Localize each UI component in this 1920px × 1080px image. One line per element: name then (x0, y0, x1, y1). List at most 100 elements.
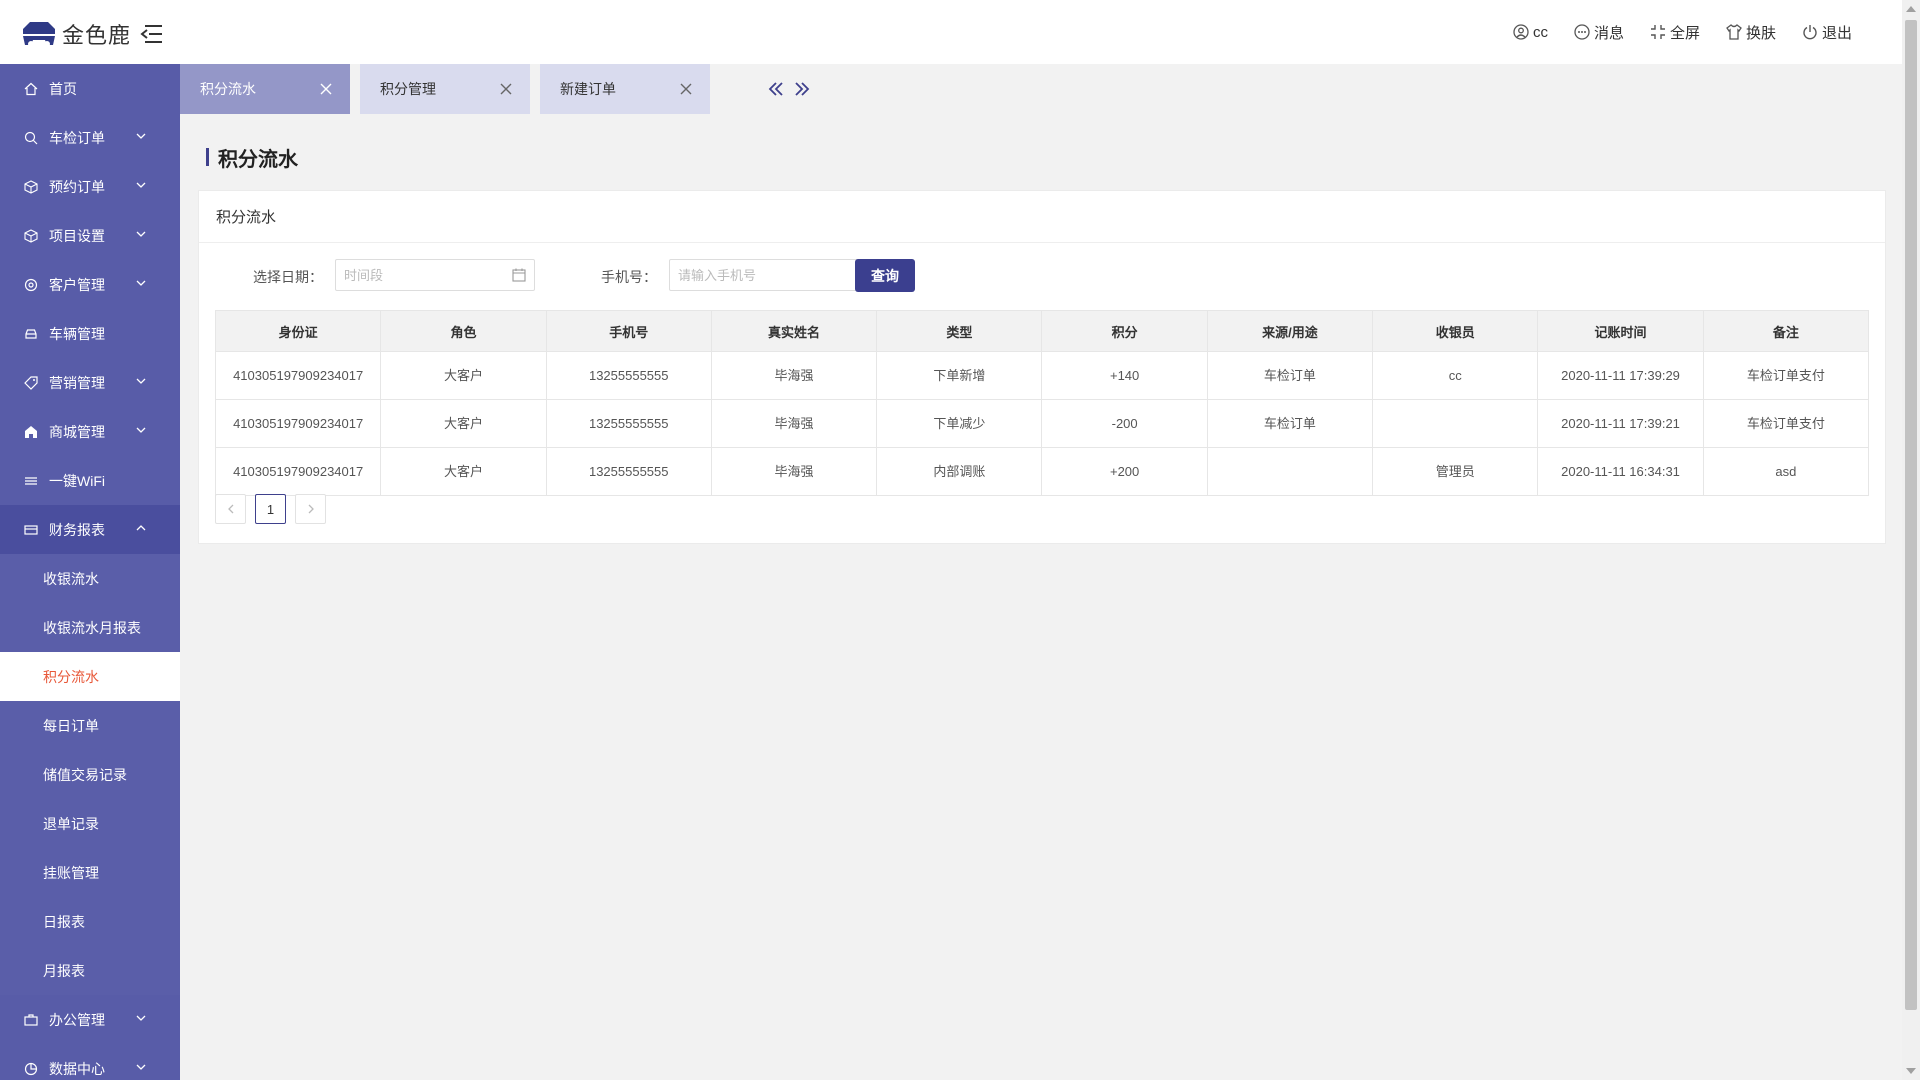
table-row[interactable]: 410305197909234017 大客户 13255555555 毕海强 内… (214, 447, 1870, 496)
sidebar-subitem-cashier-flow[interactable]: 收银流水 (0, 554, 180, 603)
cube-icon (24, 228, 38, 243)
sidebar-item-customers[interactable]: 客户管理 (0, 260, 180, 309)
scroll-thumb[interactable] (1905, 20, 1917, 1010)
table-cell: 大客户 (380, 351, 547, 400)
sidebar-subitem-daily-orders[interactable]: 每日订单 (0, 701, 180, 750)
column-header[interactable]: 手机号 (545, 310, 712, 352)
sidebar-subitem-refunds[interactable]: 退单记录 (0, 799, 180, 848)
chevron-left-icon (227, 504, 233, 514)
sidebar-item-finance-reports[interactable]: 财务报表 (0, 505, 180, 554)
table-row[interactable]: 410305197909234017 大客户 13255555555 毕海强 下… (214, 351, 1870, 400)
scroll-down-arrow-icon[interactable] (1906, 1068, 1916, 1074)
table-cell: 2020-11-11 17:39:21 (1537, 399, 1704, 448)
chevron-up-icon (136, 525, 146, 531)
column-header[interactable]: 积分 (1041, 310, 1208, 352)
close-icon[interactable] (320, 83, 332, 95)
fullscreen-button[interactable]: 全屏 (1650, 22, 1700, 43)
points-flow-card: 积分流水 选择日期： 手机号： 查询 身份证 角色 手机号 真实姓名 类型 积分… (198, 190, 1886, 544)
filter-bar: 选择日期： 手机号： 查询 (199, 259, 1885, 293)
tab-points-management[interactable]: 积分管理 (360, 64, 530, 114)
table-header-row: 身份证 角色 手机号 真实姓名 类型 积分 来源/用途 收银员 记账时间 备注 (214, 310, 1870, 352)
sidebar-item-home[interactable]: 首页 (0, 64, 180, 113)
chevron-down-icon (136, 231, 146, 237)
report-icon (24, 524, 38, 535)
chevron-down-icon (136, 280, 146, 286)
top-header: 金色鹿 cc 消息 全屏 换肤 退出 (0, 0, 1902, 64)
power-icon (1803, 25, 1817, 40)
message-icon (1574, 24, 1590, 40)
column-header[interactable]: 身份证 (214, 310, 382, 352)
close-icon[interactable] (680, 83, 692, 95)
card-title: 积分流水 (199, 191, 1885, 243)
next-page-button[interactable] (295, 494, 326, 524)
calendar-icon (512, 268, 526, 282)
logo-icon (23, 22, 55, 47)
title-accent-bar (206, 148, 209, 166)
page-number-button[interactable]: 1 (255, 494, 286, 524)
phone-label: 手机号： (601, 269, 657, 285)
table-cell: -200 (1041, 399, 1208, 448)
user-menu[interactable]: cc (1513, 24, 1548, 41)
tab-new-order[interactable]: 新建订单 (540, 64, 710, 114)
table-cell: 车检订单 (1206, 399, 1374, 448)
sidebar-item-mall[interactable]: 商城管理 (0, 407, 180, 456)
table-cell: 下单新增 (876, 351, 1043, 400)
prev-page-button[interactable] (215, 494, 246, 524)
sidebar-subitem-monthly-report[interactable]: 月报表 (0, 946, 180, 995)
skin-button[interactable]: 换肤 (1726, 22, 1776, 43)
table-cell: 410305197909234017 (214, 399, 382, 448)
points-table: 身份证 角色 手机号 真实姓名 类型 积分 来源/用途 收银员 记账时间 备注 … (214, 310, 1870, 496)
table-cell: 大客户 (380, 447, 547, 496)
sidebar-subitem-daily-report[interactable]: 日报表 (0, 897, 180, 946)
gear-icon (24, 278, 38, 291)
date-label: 选择日期： (253, 269, 323, 285)
table-cell: 车检订单 (1206, 351, 1374, 400)
table-cell: 2020-11-11 17:39:29 (1537, 351, 1704, 400)
scroll-up-arrow-icon[interactable] (1906, 6, 1916, 12)
date-range-input[interactable] (335, 259, 535, 291)
logout-button[interactable]: 退出 (1802, 22, 1852, 43)
column-header[interactable]: 类型 (876, 310, 1043, 352)
table-cell: +140 (1041, 351, 1208, 400)
table-cell: 下单减少 (876, 399, 1043, 448)
column-header[interactable]: 来源/用途 (1206, 310, 1374, 352)
double-chevron-right-icon[interactable] (794, 81, 810, 97)
sidebar-subitem-points-flow[interactable]: 积分流水 (0, 652, 180, 701)
chevron-down-icon (136, 427, 146, 433)
sidebar-subitem-credit[interactable]: 挂账管理 (0, 848, 180, 897)
chevron-right-icon (308, 504, 314, 514)
sidebar: 首页 车检订单 预约订单 项目设置 客户管理 车辆管理 营销管理 商城管理 一键… (0, 64, 180, 1080)
page-scrollbar[interactable] (1902, 0, 1920, 1080)
phone-input[interactable] (669, 259, 859, 291)
sidebar-item-wifi[interactable]: 一键WiFi (0, 456, 180, 505)
table-cell: 13255555555 (545, 447, 712, 496)
double-chevron-left-icon[interactable] (768, 81, 784, 97)
sidebar-item-appointment-orders[interactable]: 预约订单 (0, 162, 180, 211)
page-title: 积分流水 (206, 142, 298, 172)
sidebar-item-marketing[interactable]: 营销管理 (0, 358, 180, 407)
query-button[interactable]: 查询 (855, 259, 915, 292)
column-header[interactable]: 真实姓名 (710, 310, 878, 352)
table-cell: 车检订单支付 (1702, 399, 1870, 448)
table-row[interactable]: 410305197909234017 大客户 13255555555 毕海强 下… (214, 399, 1870, 448)
message-button[interactable]: 消息 (1574, 22, 1624, 43)
wifi-icon (25, 476, 37, 485)
menu-collapse-icon[interactable] (139, 21, 165, 47)
car-icon (25, 328, 37, 339)
column-header[interactable]: 角色 (380, 310, 547, 352)
tab-points-flow[interactable]: 积分流水 (180, 64, 350, 114)
column-header[interactable]: 收银员 (1372, 310, 1539, 352)
column-header[interactable]: 备注 (1702, 310, 1870, 352)
sidebar-item-project-settings[interactable]: 项目设置 (0, 211, 180, 260)
close-icon[interactable] (500, 83, 512, 95)
table-cell: 大客户 (380, 399, 547, 448)
sidebar-item-vehicles[interactable]: 车辆管理 (0, 309, 180, 358)
sidebar-subitem-cashier-monthly[interactable]: 收银流水月报表 (0, 603, 180, 652)
sidebar-subitem-stored-value[interactable]: 储值交易记录 (0, 750, 180, 799)
column-header[interactable]: 记账时间 (1537, 310, 1704, 352)
sidebar-item-office[interactable]: 办公管理 (0, 995, 180, 1044)
sidebar-item-data-center[interactable]: 数据中心 (0, 1044, 180, 1080)
shop-icon (25, 425, 37, 438)
sidebar-item-inspection-orders[interactable]: 车检订单 (0, 113, 180, 162)
chart-icon (24, 1062, 38, 1075)
